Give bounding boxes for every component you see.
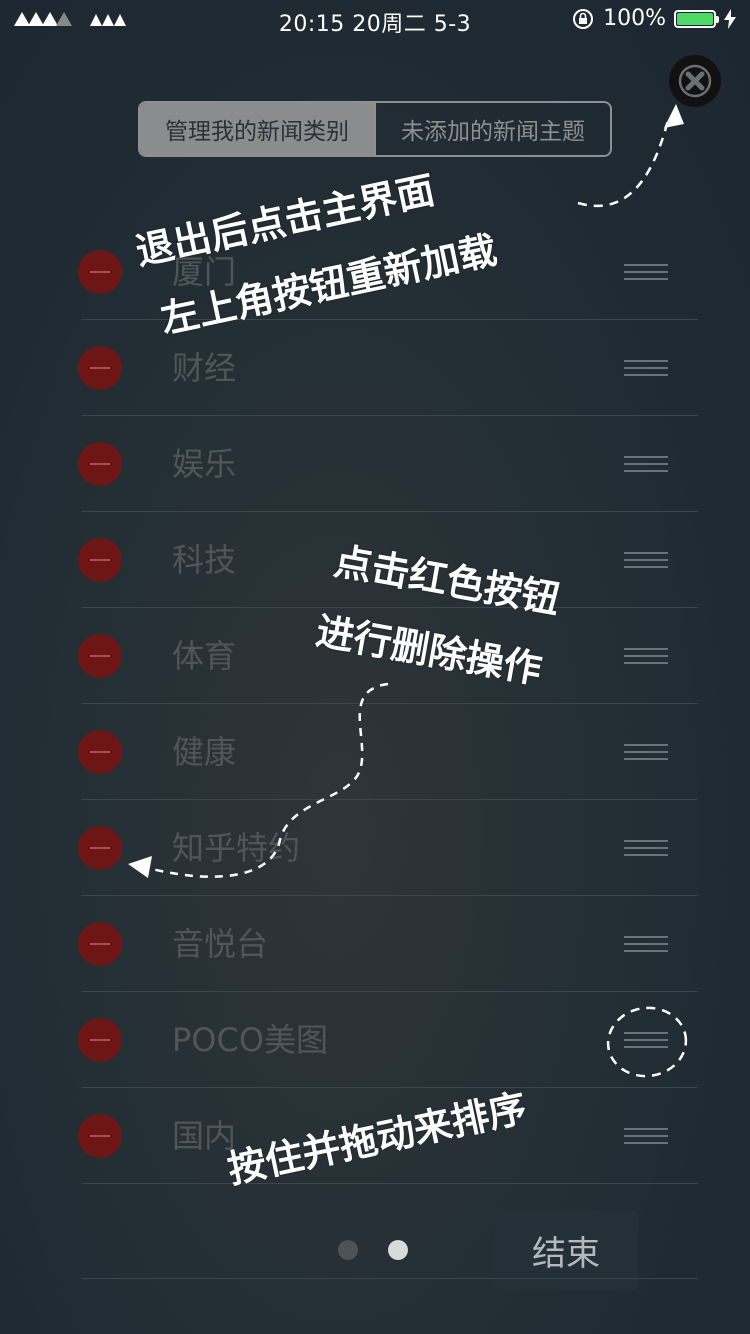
list-item: 健康 [0,704,750,800]
delete-button[interactable] [78,442,122,486]
delete-button[interactable] [78,538,122,582]
rotation-lock-icon [573,8,594,29]
list-item: 知乎特约 [0,800,750,896]
reload-hint-arrowhead [664,104,684,128]
tab-manage-categories[interactable]: 管理我的新闻类别 [140,103,374,155]
delete-button[interactable] [78,1114,122,1158]
list-item: 娱乐 [0,416,750,512]
category-label: 知乎特约 [172,829,301,867]
drag-handle-icon[interactable] [624,360,668,376]
drag-handle-icon[interactable] [624,456,668,472]
delete-button[interactable] [78,346,122,390]
delete-button[interactable] [78,1018,122,1062]
tab-unadded-topics[interactable]: 未添加的新闻主题 [374,103,610,155]
divider [82,1278,698,1279]
drag-handle-icon[interactable] [624,1128,668,1144]
delete-button[interactable] [78,922,122,966]
close-button[interactable] [669,55,721,107]
category-label: 音悦台 [172,925,269,963]
battery-icon [674,9,719,28]
charging-bolt-icon [724,8,736,29]
list-item: POCO美图 [0,992,750,1088]
drag-handle-icon[interactable] [624,264,668,280]
list-item: 音悦台 [0,896,750,992]
page-indicator [338,1240,408,1260]
category-label: 健康 [172,733,237,771]
delete-button[interactable] [78,730,122,774]
page-dot-current[interactable] [388,1240,408,1260]
category-label: 体育 [172,637,237,675]
status-bar: 20:15 20周二 5-3 100% [0,0,750,40]
close-icon [678,64,712,98]
category-segmented-control: 管理我的新闻类别 未添加的新闻主题 [138,101,612,157]
battery-percent: 100% [603,6,666,31]
drag-handle-icon[interactable] [624,552,668,568]
category-list: 厦门 财经 娱乐 科技 体育 健康 知乎特约 音悦台 POCO美图 国内 [0,224,750,1184]
drag-handle-icon[interactable] [624,840,668,856]
category-label: 娱乐 [172,445,237,483]
page-dot[interactable] [338,1240,358,1260]
category-label: POCO美图 [172,1021,329,1059]
list-item: 财经 [0,320,750,416]
category-label: 科技 [172,541,237,579]
drag-handle-icon[interactable] [624,1032,668,1048]
divider [82,1183,698,1184]
drag-handle-icon[interactable] [624,936,668,952]
delete-button[interactable] [78,250,122,294]
drag-handle-icon[interactable] [624,744,668,760]
category-label: 国内 [172,1117,237,1155]
drag-handle-icon[interactable] [624,648,668,664]
status-right: 100% [571,6,736,31]
delete-button[interactable] [78,826,122,870]
delete-button[interactable] [78,634,122,678]
